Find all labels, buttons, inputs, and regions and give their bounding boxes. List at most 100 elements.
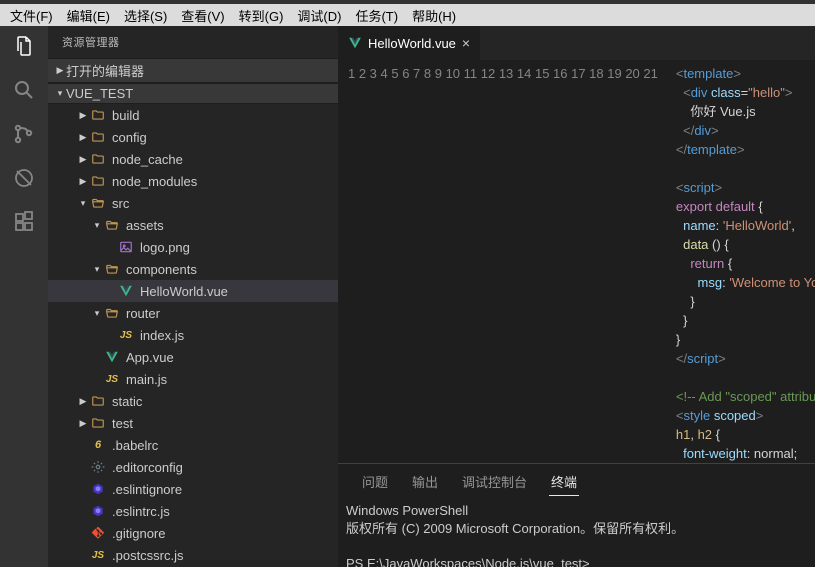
menu-task[interactable]: 任务(T) xyxy=(349,4,404,27)
file-icon xyxy=(90,195,106,211)
twisty-icon: ▾ xyxy=(76,198,90,209)
close-icon[interactable]: × xyxy=(462,35,470,51)
tree-item-build[interactable]: ▶ build xyxy=(48,104,338,126)
source-control-icon[interactable] xyxy=(12,122,36,146)
tree-item-main-js[interactable]: JS main.js xyxy=(48,368,338,390)
term-line: Windows PowerShell xyxy=(346,503,468,518)
twisty-icon: ▶ xyxy=(76,396,90,407)
tab-label: HelloWorld.vue xyxy=(368,36,456,51)
explorer-icon[interactable] xyxy=(12,34,36,58)
file-icon xyxy=(104,305,120,321)
file-icon xyxy=(90,151,106,167)
project-header[interactable]: ▾VUE_TEST xyxy=(48,83,338,104)
tree-item-label: node_modules xyxy=(112,174,330,189)
tree-item-node_cache[interactable]: ▶ node_cache xyxy=(48,148,338,170)
panel-tabs: 问题 输出 调试控制台 终端 xyxy=(338,464,815,500)
tab-bar: HelloWorld.vue × xyxy=(338,26,815,60)
tree-item-test[interactable]: ▶test xyxy=(48,412,338,434)
tree-item--gitignore[interactable]: .gitignore xyxy=(48,522,338,544)
panel-tab-debug[interactable]: 调试控制台 xyxy=(460,468,529,496)
file-icon xyxy=(90,459,106,475)
tree-item-label: main.js xyxy=(126,372,330,387)
chevron-down-icon: ▾ xyxy=(54,88,66,99)
line-gutter: 1 2 3 4 5 6 7 8 9 10 11 12 13 14 15 16 1… xyxy=(338,60,676,463)
open-editors-label: 打开的编辑器 xyxy=(66,61,144,80)
tree-item-router[interactable]: ▾ router xyxy=(48,302,338,324)
panel-tab-problems[interactable]: 问题 xyxy=(360,468,390,496)
file-icon xyxy=(90,415,106,431)
file-icon xyxy=(90,173,106,189)
menu-edit[interactable]: 编辑(E) xyxy=(61,4,116,27)
tree-item-label: build xyxy=(112,108,330,123)
tree-item-label: index.js xyxy=(140,328,330,343)
twisty-icon: ▶ xyxy=(76,110,90,121)
sidebar-title: 资源管理器 xyxy=(48,26,338,58)
tree-item-HelloWorld-vue[interactable]: HelloWorld.vue xyxy=(48,280,338,302)
main-area: 资源管理器 ▶打开的编辑器 ▾VUE_TEST ▶build▶config▶no… xyxy=(0,26,815,567)
tree-item-label: .eslintignore xyxy=(112,482,330,497)
search-icon[interactable] xyxy=(12,78,36,102)
file-icon xyxy=(90,393,106,409)
tree-item-components[interactable]: ▾components xyxy=(48,258,338,280)
tree-item-label: logo.png xyxy=(140,240,330,255)
code-body[interactable]: <template> <div class="hello"> 你好 Vue.js… xyxy=(676,60,815,463)
tree-item--postcssrc-js[interactable]: JS .postcssrc.js xyxy=(48,544,338,566)
file-icon: JS xyxy=(90,547,106,563)
file-icon xyxy=(118,239,134,255)
menu-view[interactable]: 查看(V) xyxy=(175,4,230,27)
menu-file[interactable]: 文件(F) xyxy=(4,4,59,27)
twisty-icon: ▶ xyxy=(76,132,90,143)
file-icon xyxy=(118,283,134,299)
debug-icon[interactable] xyxy=(12,166,36,190)
tree-item-config[interactable]: ▶ config xyxy=(48,126,338,148)
twisty-icon: ▾ xyxy=(90,264,104,275)
term-prompt: PS E:\JavaWorkspaces\Node.js\vue_test> xyxy=(346,556,590,567)
file-icon xyxy=(90,481,106,497)
editor-group: HelloWorld.vue × 1 2 3 4 5 6 7 8 9 10 11… xyxy=(338,26,815,567)
menu-help[interactable]: 帮助(H) xyxy=(406,4,462,27)
terminal[interactable]: Windows PowerShell 版权所有 (C) 2009 Microso… xyxy=(338,500,815,567)
tree-item-label: assets xyxy=(126,218,330,233)
file-icon xyxy=(90,503,106,519)
menu-select[interactable]: 选择(S) xyxy=(118,4,173,27)
file-icon xyxy=(90,107,106,123)
tree-item-label: config xyxy=(112,130,330,145)
tree-item--babelrc[interactable]: 6.babelrc xyxy=(48,434,338,456)
file-icon xyxy=(104,261,120,277)
menu-goto[interactable]: 转到(G) xyxy=(233,4,290,27)
file-icon: JS xyxy=(104,371,120,387)
tree-item-label: router xyxy=(126,306,330,321)
tree-item--eslintrc-js[interactable]: .eslintrc.js xyxy=(48,500,338,522)
code-editor[interactable]: 1 2 3 4 5 6 7 8 9 10 11 12 13 14 15 16 1… xyxy=(338,60,815,463)
vue-icon xyxy=(348,36,362,50)
twisty-icon: ▶ xyxy=(76,154,90,165)
tree-item-label: .eslintrc.js xyxy=(112,504,330,519)
menu-debug[interactable]: 调试(D) xyxy=(291,4,347,27)
file-icon xyxy=(90,129,106,145)
tree-item-label: .postcssrc.js xyxy=(112,548,330,563)
twisty-icon: ▶ xyxy=(76,418,90,429)
menu-bar: 文件(F) 编辑(E) 选择(S) 查看(V) 转到(G) 调试(D) 任务(T… xyxy=(0,4,815,26)
tree-item-src[interactable]: ▾ src xyxy=(48,192,338,214)
tree-item-label: .editorconfig xyxy=(112,460,330,475)
tab-helloworld[interactable]: HelloWorld.vue × xyxy=(338,26,481,60)
tree-item-node_modules[interactable]: ▶node_modules xyxy=(48,170,338,192)
tree-item-assets[interactable]: ▾ assets xyxy=(48,214,338,236)
tree-item-static[interactable]: ▶static xyxy=(48,390,338,412)
tree-item-index-js[interactable]: JSindex.js xyxy=(48,324,338,346)
file-icon xyxy=(104,349,120,365)
extensions-icon[interactable] xyxy=(12,210,36,234)
panel-tab-output[interactable]: 输出 xyxy=(410,468,440,496)
tree-item-label: node_cache xyxy=(112,152,330,167)
tree-item--eslintignore[interactable]: .eslintignore xyxy=(48,478,338,500)
twisty-icon: ▾ xyxy=(90,220,104,231)
term-line: 版权所有 (C) 2009 Microsoft Corporation。保留所有… xyxy=(346,521,684,536)
open-editors-header[interactable]: ▶打开的编辑器 xyxy=(48,58,338,83)
tree-item-logo-png[interactable]: logo.png xyxy=(48,236,338,258)
tree-item-label: .gitignore xyxy=(112,526,330,541)
twisty-icon: ▾ xyxy=(90,308,104,319)
panel-tab-terminal[interactable]: 终端 xyxy=(549,468,579,496)
tree-item--editorconfig[interactable]: .editorconfig xyxy=(48,456,338,478)
tree-item-App-vue[interactable]: App.vue xyxy=(48,346,338,368)
tree-item-label: src xyxy=(112,196,330,211)
